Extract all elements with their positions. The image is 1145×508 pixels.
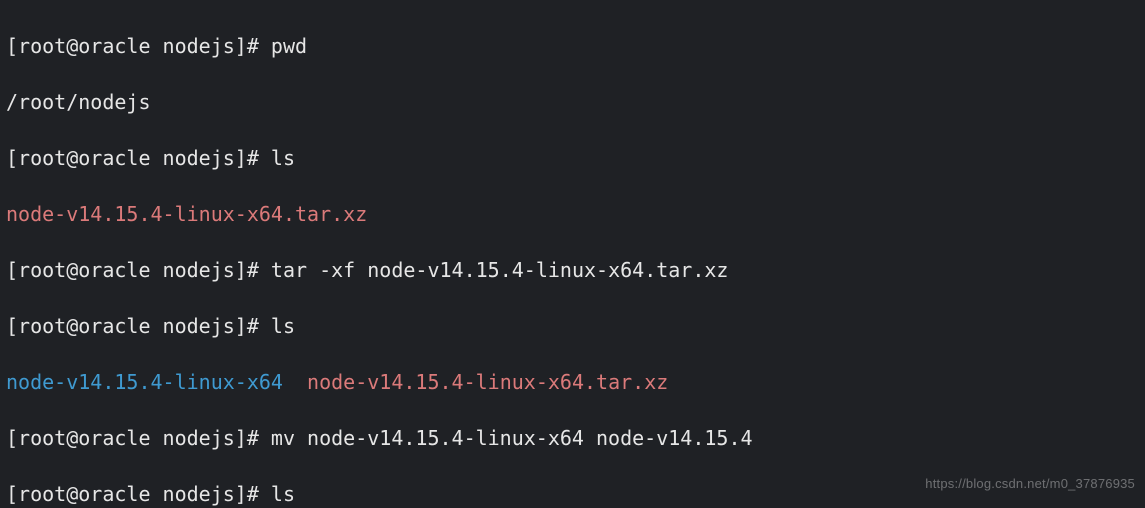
- command-ls: ls: [271, 146, 295, 170]
- line-1: [root@oracle nodejs]# pwd: [6, 32, 1139, 60]
- gap: [283, 370, 307, 394]
- command-tar: tar: [271, 258, 319, 282]
- command-pwd: pwd: [271, 34, 307, 58]
- command-mv: mv node-v14.15.4-linux-x64 node-v14.15.4: [271, 426, 753, 450]
- line-7-output: node-v14.15.4-linux-x64 node-v14.15.4-li…: [6, 368, 1139, 396]
- terminal[interactable]: [root@oracle nodejs]# pwd /root/nodejs […: [0, 0, 1145, 508]
- archive-file: node-v14.15.4-linux-x64.tar.xz: [6, 202, 367, 226]
- dir-entry: node-v14.15.4-linux-x64: [6, 370, 283, 394]
- prompt: [root@oracle nodejs]#: [6, 258, 271, 282]
- line-6: [root@oracle nodejs]# ls: [6, 312, 1139, 340]
- line-5: [root@oracle nodejs]# tar -xf node-v14.1…: [6, 256, 1139, 284]
- pwd-output: /root/nodejs: [6, 90, 151, 114]
- line-2-output: /root/nodejs: [6, 88, 1139, 116]
- command-ls: ls: [271, 482, 295, 506]
- prompt: [root@oracle nodejs]#: [6, 314, 271, 338]
- line-3: [root@oracle nodejs]# ls: [6, 144, 1139, 172]
- prompt: [root@oracle nodejs]#: [6, 426, 271, 450]
- command-ls: ls: [271, 314, 295, 338]
- prompt: [root@oracle nodejs]#: [6, 146, 271, 170]
- tar-flag: -xf: [319, 258, 355, 282]
- line-8: [root@oracle nodejs]# mv node-v14.15.4-l…: [6, 424, 1139, 452]
- watermark-text: https://blog.csdn.net/m0_37876935: [925, 470, 1135, 498]
- prompt: [root@oracle nodejs]#: [6, 482, 271, 506]
- prompt: [root@oracle nodejs]#: [6, 34, 271, 58]
- tar-arg: node-v14.15.4-linux-x64.tar.xz: [355, 258, 728, 282]
- archive-file: node-v14.15.4-linux-x64.tar.xz: [307, 370, 668, 394]
- line-4-output: node-v14.15.4-linux-x64.tar.xz: [6, 200, 1139, 228]
